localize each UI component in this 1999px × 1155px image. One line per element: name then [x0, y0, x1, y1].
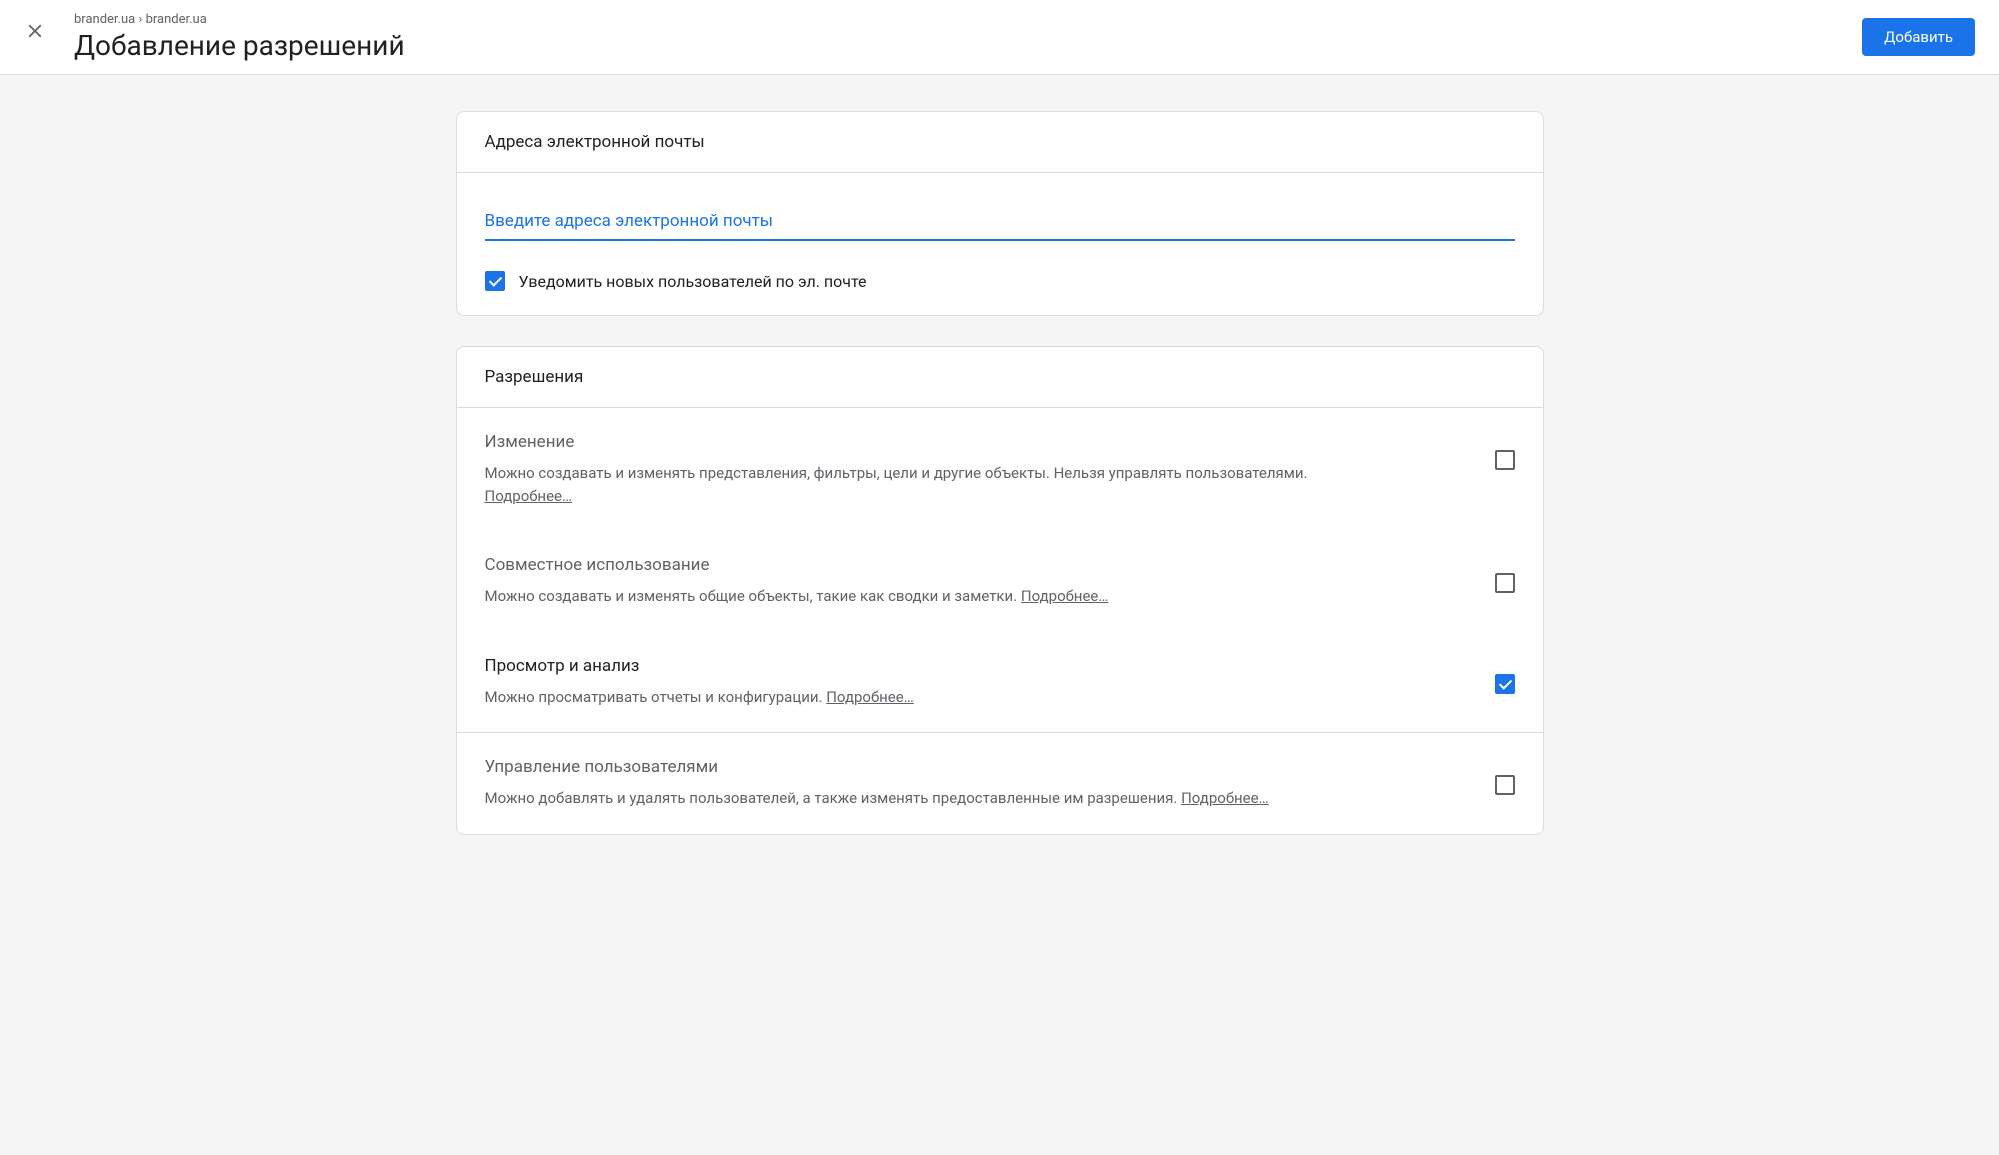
- permission-title: Совместное использование: [485, 555, 1335, 575]
- close-icon: [24, 20, 46, 42]
- permissions-card-header: Разрешения: [457, 347, 1543, 408]
- permission-item: Просмотр и анализ Можно просматривать отч…: [457, 632, 1543, 734]
- notify-row: Уведомить новых пользователей по эл. поч…: [485, 271, 1515, 291]
- learn-more-link[interactable]: Подробнее…: [826, 688, 914, 706]
- header-left: brander.ua › brander.ua Добавление разре…: [24, 12, 405, 62]
- learn-more-link[interactable]: Подробнее…: [1181, 789, 1269, 807]
- email-input[interactable]: [485, 201, 1515, 241]
- email-card-body: Уведомить новых пользователей по эл. поч…: [457, 173, 1543, 315]
- learn-more-link[interactable]: Подробнее…: [485, 487, 573, 505]
- permission-title: Просмотр и анализ: [485, 656, 1335, 676]
- permission-checkbox[interactable]: [1495, 775, 1515, 795]
- permission-title: Управление пользователями: [485, 757, 1335, 777]
- permission-checkbox[interactable]: [1495, 450, 1515, 470]
- notify-checkbox[interactable]: [485, 271, 505, 291]
- breadcrumb: brander.ua › brander.ua: [74, 12, 405, 27]
- permission-description: Можно просматривать отчеты и конфигураци…: [485, 686, 1335, 709]
- email-card-header: Адреса электронной почты: [457, 112, 1543, 173]
- permission-checkbox[interactable]: [1495, 573, 1515, 593]
- permission-description: Можно создавать и изменять общие объекты…: [485, 585, 1335, 608]
- close-button[interactable]: [24, 12, 46, 55]
- header-titles: brander.ua › brander.ua Добавление разре…: [74, 12, 405, 62]
- add-button[interactable]: Добавить: [1862, 18, 1975, 56]
- permission-title: Изменение: [485, 432, 1335, 452]
- permission-item: Изменение Можно создавать и изменять пред…: [457, 408, 1543, 531]
- content: Адреса электронной почты Уведомить новых…: [440, 111, 1560, 905]
- email-card: Адреса электронной почты Уведомить новых…: [456, 111, 1544, 316]
- permission-text: Изменение Можно создавать и изменять пред…: [485, 432, 1335, 507]
- page-header: brander.ua › brander.ua Добавление разре…: [0, 0, 1999, 75]
- permission-checkbox-wrap: [1495, 757, 1515, 799]
- permission-text: Совместное использование Можно создавать …: [485, 555, 1335, 608]
- permission-description: Можно добавлять и удалять пользователей,…: [485, 787, 1335, 810]
- permission-text: Просмотр и анализ Можно просматривать отч…: [485, 656, 1335, 709]
- permissions-card: Разрешения Изменение Можно создавать и из…: [456, 346, 1544, 835]
- notify-label: Уведомить новых пользователей по эл. поч…: [519, 272, 867, 291]
- permission-description: Можно создавать и изменять представления…: [485, 462, 1335, 507]
- permission-checkbox-wrap: [1495, 432, 1515, 474]
- permission-checkbox-wrap: [1495, 555, 1515, 597]
- permission-checkbox[interactable]: [1495, 674, 1515, 694]
- page-title: Добавление разрешений: [74, 29, 405, 62]
- learn-more-link[interactable]: Подробнее…: [1021, 587, 1109, 605]
- permission-checkbox-wrap: [1495, 656, 1515, 698]
- permissions-list: Изменение Можно создавать и изменять пред…: [457, 408, 1543, 834]
- permission-item: Управление пользователями Можно добавлять…: [457, 733, 1543, 834]
- permission-item: Совместное использование Можно создавать …: [457, 531, 1543, 632]
- permission-text: Управление пользователями Можно добавлять…: [485, 757, 1335, 810]
